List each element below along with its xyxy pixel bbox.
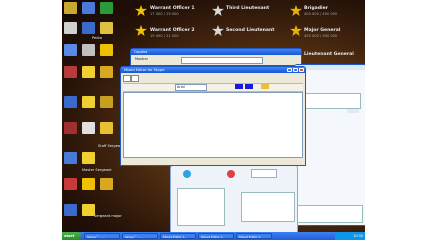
desktop-app-icon[interactable] [100,96,113,108]
video-frame: Warrant Officer 1 17 000 / 19 000 Third … [0,0,427,240]
desktop-app-icon[interactable] [64,178,77,190]
rank-star-icon [212,5,224,16]
rank-name: Third Lieutenant [226,6,270,11]
desktop-app-icon[interactable] [64,122,77,134]
window-title: Mixed Editor for Skype [121,67,305,73]
rank-name: Lieutenant General [304,52,354,57]
desktop-app-icon[interactable] [64,204,77,216]
desktop-app-icon[interactable] [82,2,95,14]
rank-name: Second Lieutenant [226,28,275,33]
start-button[interactable]: start [62,232,81,240]
format-toolbar [123,83,303,92]
desktop-app-icon[interactable] [64,152,77,164]
options-field[interactable] [181,57,263,64]
options-field-label: Mostrar [135,57,148,61]
desktop-app-icon[interactable] [64,22,77,34]
options-window: Opções Mostrar [130,48,302,66]
font-select-value: Arial [177,85,185,89]
rank-name: Major General [304,28,341,33]
maximize-button[interactable] [293,68,298,72]
hangup-icon[interactable] [227,170,235,178]
desktop-icon-label: Pedro [92,36,103,40]
rank-name: Warrant Officer 1 [150,6,195,11]
desktop-icon-label: Master Sergeant [82,168,112,172]
skype-main-panel [170,165,298,234]
desktop-app-icon[interactable] [82,22,95,34]
rank-points: 400 000 / 450 000 [304,12,338,16]
system-tray-clock: 10:30 [335,232,365,240]
close-button[interactable] [299,68,304,72]
color-swatch[interactable] [245,84,253,89]
conversation-list[interactable] [177,188,225,226]
chat-input[interactable] [297,205,363,223]
desktop: Warrant Officer 1 17 000 / 19 000 Third … [62,0,365,240]
minimize-button[interactable] [287,68,292,72]
desktop-app-icon[interactable] [100,44,113,56]
rank-star-icon [135,25,147,36]
taskbar: start Skype™ - ... Skype™ - ... Mixed Ed… [62,232,365,240]
rank-points: 19 000 / 21 000 [150,34,179,38]
taskbar-button[interactable]: Mixed Editor f... [160,233,196,239]
rank-star-icon [290,25,302,36]
rank-points: 450 000 / 500 000 [304,34,338,38]
letterbox-left [0,0,62,240]
window-title: Opções [131,49,301,55]
taskbar-button[interactable]: Mixed Editor f... [236,233,272,239]
desktop-app-icon[interactable] [82,178,95,190]
desktop-app-icon[interactable] [82,44,95,56]
desktop-app-icon[interactable] [82,66,95,78]
rank-name: Brigadier [304,6,328,11]
letterbox-right [365,0,427,240]
taskbar-button[interactable]: Mixed Editor f... [198,233,234,239]
desktop-icon-label: Sergeant major [94,214,122,218]
rank-star-icon [212,25,224,36]
desktop-app-icon[interactable] [64,2,77,14]
editor-text-area[interactable] [123,92,303,158]
rank-points: 17 000 / 19 000 [150,12,179,16]
desktop-app-icon[interactable] [82,122,95,134]
desktop-app-icon[interactable] [82,96,95,108]
desktop-app-icon[interactable] [64,96,77,108]
taskbar-button[interactable]: Skype™ - ... [122,233,158,239]
rank-star-icon [290,5,302,16]
desktop-app-icon[interactable] [82,152,95,164]
message-area[interactable] [241,192,295,222]
desktop-app-icon[interactable] [100,178,113,190]
desktop-app-icon[interactable] [100,66,113,78]
desktop-app-icon[interactable] [100,22,113,34]
contact-list[interactable] [299,93,361,109]
font-select[interactable]: Arial [175,84,207,91]
taskbar-button[interactable]: Skype™ - ... [84,233,120,239]
desktop-app-icon[interactable] [64,66,77,78]
rank-name: Warrant Officer 2 [150,28,195,33]
mixed-editor-window: Mixed Editor for Skype Arial [120,66,306,166]
tool-button[interactable] [261,84,269,89]
desktop-app-icon[interactable] [100,2,113,14]
rank-star-icon [135,5,147,16]
add-button[interactable] [347,109,359,113]
tool-button[interactable] [123,75,131,82]
desktop-app-icon[interactable] [100,122,113,134]
color-swatch[interactable] [235,84,243,89]
tool-button[interactable] [131,75,139,82]
status-box[interactable] [251,169,277,178]
desktop-app-icon[interactable] [64,44,77,56]
call-icon[interactable] [183,170,191,178]
